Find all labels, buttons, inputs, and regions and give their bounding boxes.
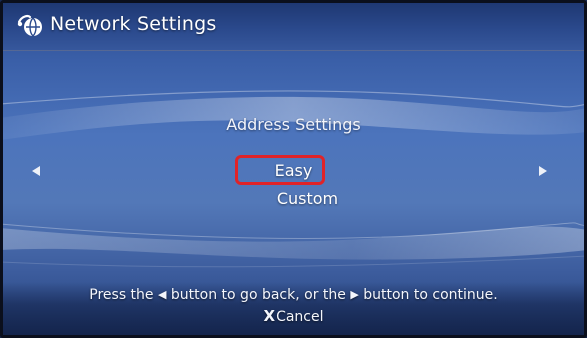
page-title: Network Settings	[50, 13, 217, 35]
cancel-label: Cancel	[276, 309, 324, 325]
psp-screen: Network Settings Address Settings Easy C…	[0, 0, 587, 338]
network-globe-icon	[17, 14, 42, 37]
hint-text-end: button to continue.	[363, 287, 498, 303]
cross-button-icon: X	[263, 307, 276, 325]
cancel-action[interactable]: XCancel	[0, 307, 587, 325]
hint-text-start: Press the	[89, 287, 154, 303]
selection-highlight	[235, 155, 325, 185]
left-button-icon: ◀	[158, 288, 167, 301]
section-subtitle: Address Settings	[226, 115, 361, 134]
hint-text-middle: button to go back, or the	[170, 287, 346, 303]
navigation-hint: Press the ◀ button to go back, or the ▶ …	[0, 287, 587, 303]
right-button-icon: ▶	[350, 288, 359, 301]
option-custom[interactable]: Custom	[14, 189, 587, 208]
title-bar: Network Settings	[0, 0, 587, 51]
